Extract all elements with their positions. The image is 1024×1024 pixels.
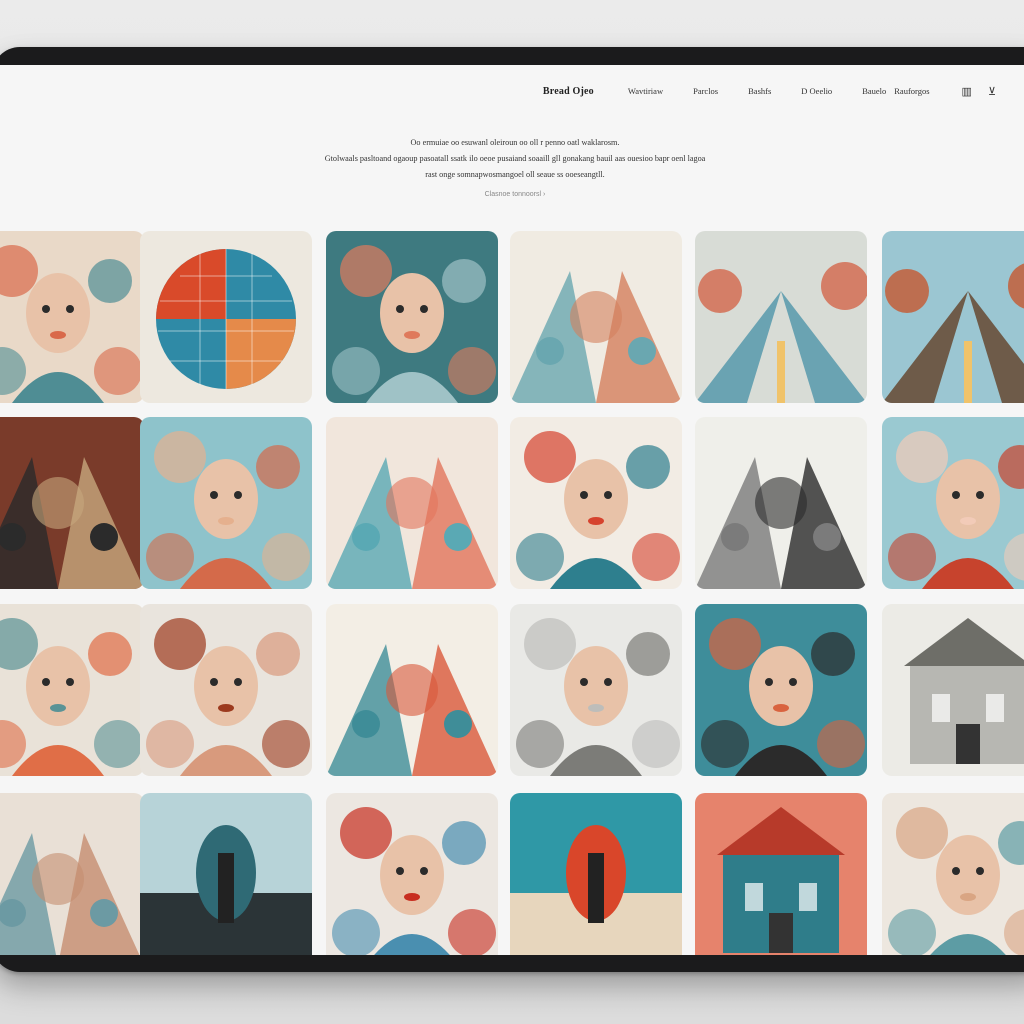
gallery-tile-butterfly-beach[interactable] [510, 793, 682, 955]
artwork-image [695, 604, 867, 776]
artwork-image [0, 604, 144, 776]
gallery-tile-road-between-flowers[interactable] [695, 231, 867, 403]
hero-line-1: Oo ermuiae oo esuwanl oleiroun oo oll r … [410, 138, 620, 147]
artwork-image [695, 417, 867, 589]
tablet-frame: Bread Ojeo Wavtiriaw Parclos Bashfs D Oe… [0, 47, 1024, 972]
gallery-tile-rose-framed-face[interactable] [510, 417, 682, 589]
artwork-image [326, 231, 498, 403]
artwork-image [326, 793, 498, 955]
nav-item-6[interactable]: Rauforgos [894, 86, 929, 96]
brand-logo[interactable]: Bread Ojeo [543, 86, 594, 97]
gallery-tile-teal-monk-florals[interactable] [0, 604, 144, 776]
gallery-tile-man-radiant-halo[interactable] [695, 604, 867, 776]
artwork-image [510, 231, 682, 403]
gallery-tile-man-on-road[interactable] [882, 231, 1024, 403]
top-navigation: Bread Ojeo Wavtiriaw Parclos Bashfs D Oe… [0, 65, 1024, 117]
gallery-tile-ornate-red-house[interactable] [695, 793, 867, 955]
close-icon[interactable]: ⊻ [988, 85, 996, 98]
gallery-tile-red-feather-figure[interactable] [326, 793, 498, 955]
screen: Bread Ojeo Wavtiriaw Parclos Bashfs D Oe… [0, 65, 1024, 955]
gallery-tile-woman-flower-crown[interactable] [140, 417, 312, 589]
artwork-image [0, 417, 144, 589]
gallery-tile-suited-man-sky[interactable] [140, 793, 312, 955]
artwork-image [695, 793, 867, 955]
artwork-image [695, 231, 867, 403]
artwork-image [882, 793, 1024, 955]
artwork-image [510, 417, 682, 589]
artwork-image [510, 793, 682, 955]
hero-line-2: Gtolwaals pasltoand ogaoup pasoatall ssa… [324, 154, 706, 163]
nav-item-2[interactable]: Parclos [693, 86, 718, 96]
artwork-image [140, 604, 312, 776]
artwork-image [140, 417, 312, 589]
artwork-image [0, 231, 144, 403]
hero-cta-link[interactable]: Clasnoe tonnoorsl › [485, 191, 546, 198]
nav-item-3[interactable]: Bashfs [748, 86, 771, 96]
gallery-tile-floral-tunnel[interactable] [326, 604, 498, 776]
gallery-tile-patchwork-sphere[interactable] [140, 231, 312, 403]
artwork-image [0, 793, 144, 955]
artwork-image [326, 417, 498, 589]
artwork-image [882, 417, 1024, 589]
nav-item-4[interactable]: D Oeelio [801, 86, 832, 96]
artwork-image [140, 231, 312, 403]
artwork-image [882, 231, 1024, 403]
gallery-tile-woman-red-hair-tendrils[interactable] [140, 604, 312, 776]
gallery-tile-curly-hair-girl[interactable] [882, 417, 1024, 589]
gallery-tile-floral-figure-collage[interactable] [0, 231, 144, 403]
gallery-tile-ornate-bookshelf-room[interactable] [0, 417, 144, 589]
artwork-image [326, 604, 498, 776]
gallery-tile-grand-building[interactable] [882, 604, 1024, 776]
menu-icon[interactable]: ▥ [962, 85, 972, 98]
nav-item-1[interactable]: Wavtiriaw [628, 86, 663, 96]
gallery-tile-marble-bust[interactable] [510, 604, 682, 776]
gallery-tile-feathered-bird-bouquet[interactable] [510, 231, 682, 403]
hero-intro: Oo ermuiae oo esuwanl oleiroun oo oll r … [0, 135, 1024, 201]
nav-item-5[interactable]: Bauelo [862, 86, 886, 96]
artwork-image [510, 604, 682, 776]
hero-line-3: rast onge somnapwosmangoel oll seaue ss … [425, 170, 605, 179]
gallery-tile-bear-with-flowers[interactable] [882, 793, 1024, 955]
gallery-tile-sunlit-interior[interactable] [0, 793, 144, 955]
gallery-tile-floral-head-sculpture[interactable] [326, 231, 498, 403]
artwork-image [140, 793, 312, 955]
artwork-image [882, 604, 1024, 776]
gallery-tile-abstract-vertical-strokes[interactable] [326, 417, 498, 589]
gallery-tile-ink-swirl-pyramid[interactable] [695, 417, 867, 589]
